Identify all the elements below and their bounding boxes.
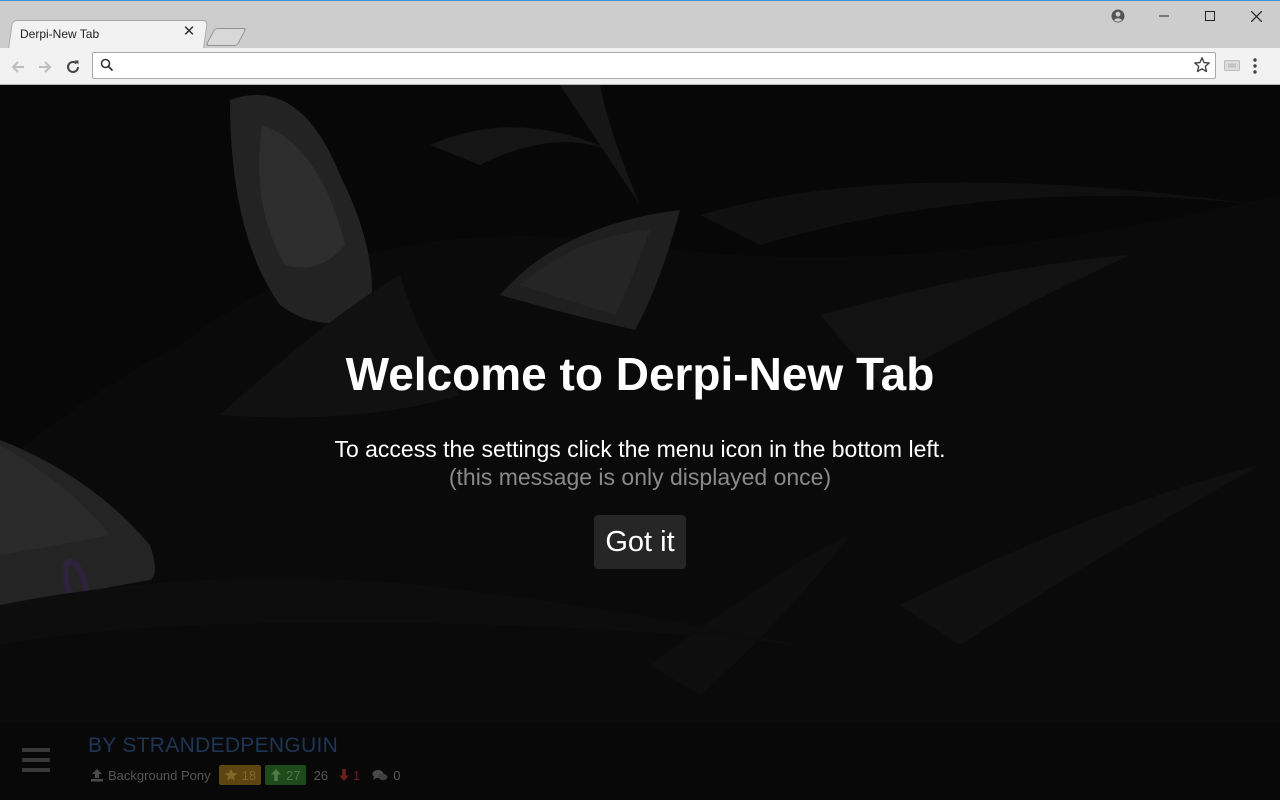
title-bar: Derpi-New Tab ✕ bbox=[0, 0, 1280, 49]
upload-icon bbox=[91, 769, 103, 782]
reload-button[interactable] bbox=[60, 54, 86, 80]
tag-label: Background Pony bbox=[108, 767, 211, 783]
image-info-bar: BY STRANDEDPENGUIN Background Pony 18 27… bbox=[0, 722, 1280, 800]
score-value: 26 bbox=[313, 767, 329, 783]
welcome-text: To access the settings click the menu ic… bbox=[334, 436, 946, 462]
faves-count: 18 bbox=[241, 767, 257, 783]
address-input[interactable] bbox=[121, 55, 1185, 78]
tab-title: Derpi-New Tab bbox=[20, 27, 100, 41]
tab-close-icon[interactable]: ✕ bbox=[181, 24, 197, 40]
back-icon bbox=[11, 61, 24, 73]
search-icon bbox=[100, 58, 114, 72]
profile-button[interactable] bbox=[1095, 1, 1141, 31]
welcome-title: Welcome to Derpi-New Tab bbox=[345, 348, 935, 400]
bookmark-star-icon[interactable] bbox=[1193, 56, 1211, 74]
back-button[interactable] bbox=[5, 54, 31, 80]
new-tab-page: Welcome to Derpi-New Tab To access the s… bbox=[0, 85, 1280, 800]
forward-button[interactable] bbox=[32, 54, 58, 80]
upvote-count: 27 bbox=[286, 767, 301, 783]
comments-badge[interactable]: 0 bbox=[372, 767, 401, 783]
welcome-subtext: (this message is only displayed once) bbox=[448, 464, 832, 490]
hamburger-menu-icon[interactable] bbox=[22, 748, 50, 772]
minimize-button[interactable] bbox=[1141, 1, 1187, 31]
arrow-down-icon bbox=[339, 769, 350, 781]
menu-dots-icon[interactable] bbox=[1252, 57, 1258, 75]
arrow-up-icon bbox=[271, 769, 282, 781]
profile-icon bbox=[1111, 9, 1125, 23]
browser-toolbar bbox=[0, 48, 1280, 85]
extension-icon[interactable] bbox=[1224, 58, 1240, 72]
comments-count: 0 bbox=[393, 767, 401, 783]
downvote-badge[interactable]: 1 bbox=[338, 768, 360, 783]
close-icon bbox=[1250, 10, 1262, 22]
forward-icon bbox=[39, 61, 52, 73]
tag-link[interactable]: Background Pony bbox=[90, 768, 211, 783]
star-icon bbox=[224, 768, 237, 781]
maximize-button[interactable] bbox=[1187, 1, 1233, 31]
address-bar[interactable] bbox=[92, 52, 1216, 79]
new-tab-button[interactable] bbox=[205, 28, 247, 46]
got-it-button[interactable]: Got it bbox=[594, 515, 686, 569]
minimize-icon bbox=[1159, 15, 1169, 17]
image-stats: Background Pony 18 27 26 1 0 bbox=[90, 765, 401, 785]
faves-badge[interactable]: 18 bbox=[218, 765, 262, 785]
close-window-button[interactable] bbox=[1233, 1, 1279, 31]
artist-name[interactable]: BY STRANDEDPENGUIN bbox=[88, 734, 338, 758]
upvote-badge[interactable]: 27 bbox=[265, 765, 306, 785]
reload-icon bbox=[67, 60, 79, 73]
downvote-count: 1 bbox=[353, 767, 361, 783]
maximize-icon bbox=[1205, 11, 1215, 21]
comments-icon bbox=[372, 769, 388, 780]
